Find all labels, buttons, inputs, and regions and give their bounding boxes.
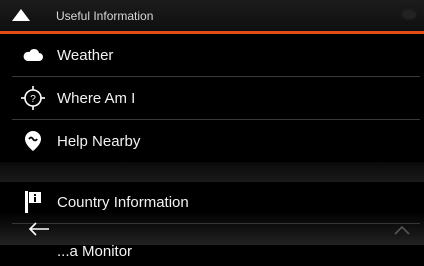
chevron-up-icon[interactable] xyxy=(388,218,416,242)
header-bar: Useful Information xyxy=(0,0,424,31)
list-item-label: Help Nearby xyxy=(57,132,141,150)
question-location-icon: ? xyxy=(20,85,46,111)
list-item-label: Country Information xyxy=(57,193,189,211)
list-item-help-nearby[interactable]: Help Nearby xyxy=(0,120,424,162)
arrow-left-icon[interactable] xyxy=(24,219,54,239)
list-item-label: ...a Monitor xyxy=(57,243,133,260)
status-indicator xyxy=(402,10,416,19)
help-pin-icon xyxy=(20,128,46,154)
cloud-icon xyxy=(20,42,46,68)
bottom-bar xyxy=(0,212,424,245)
list-item-weather[interactable]: Weather xyxy=(0,34,424,76)
up-triangle-icon[interactable] xyxy=(6,4,36,26)
list-item-label: Where Am I xyxy=(57,89,136,107)
page-title: Useful Information xyxy=(56,9,154,23)
list-item-where-am-i[interactable]: ? Where Am I xyxy=(0,77,424,119)
svg-text:?: ? xyxy=(30,94,36,105)
list-item-label: Weather xyxy=(57,46,114,64)
section-gap xyxy=(0,162,424,182)
